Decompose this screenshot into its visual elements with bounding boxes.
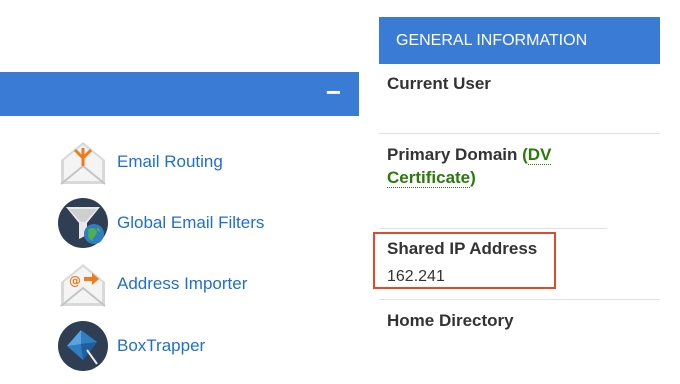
- boxtrapper-item[interactable]: BoxTrapper: [57, 320, 357, 372]
- address-importer-icon: @: [60, 264, 106, 307]
- address-importer-item[interactable]: @ Address Importer: [57, 258, 357, 310]
- home-directory-row: Home Directory: [387, 309, 660, 332]
- cert-close-paren: ): [470, 168, 476, 187]
- boxtrapper-icon: [58, 321, 108, 371]
- email-routing-item[interactable]: Email Routing: [57, 136, 357, 188]
- current-user-row: Current User: [387, 72, 660, 95]
- global-email-filters-icon: [58, 198, 108, 248]
- global-email-filters-item[interactable]: Global Email Filters: [57, 197, 357, 249]
- home-directory-label: Home Directory: [387, 311, 514, 330]
- divider-primary-domain: [379, 228, 607, 229]
- svg-text:@: @: [69, 274, 81, 288]
- email-section-header: −: [0, 72, 359, 116]
- cert-open-paren: (: [522, 145, 528, 164]
- general-information-header: GENERAL INFORMATION: [379, 17, 660, 64]
- divider-current-user: [379, 133, 660, 134]
- shared-ip-highlight: [373, 232, 556, 289]
- email-routing-label[interactable]: Email Routing: [117, 152, 223, 172]
- primary-domain-label: Primary Domain (DV Certificate): [387, 143, 587, 189]
- general-information-panel: GENERAL INFORMATION Current User Primary…: [379, 17, 660, 384]
- global-email-filters-label[interactable]: Global Email Filters: [117, 213, 264, 233]
- primary-domain-row: Primary Domain (DV Certificate): [387, 143, 660, 189]
- collapse-button[interactable]: −: [326, 72, 341, 116]
- email-routing-icon: [60, 142, 106, 185]
- boxtrapper-label[interactable]: BoxTrapper: [117, 336, 205, 356]
- address-importer-label[interactable]: Address Importer: [117, 274, 247, 294]
- current-user-label: Current User: [387, 74, 491, 93]
- divider-shared-ip: [379, 299, 660, 300]
- primary-domain-text: Primary Domain: [387, 145, 518, 164]
